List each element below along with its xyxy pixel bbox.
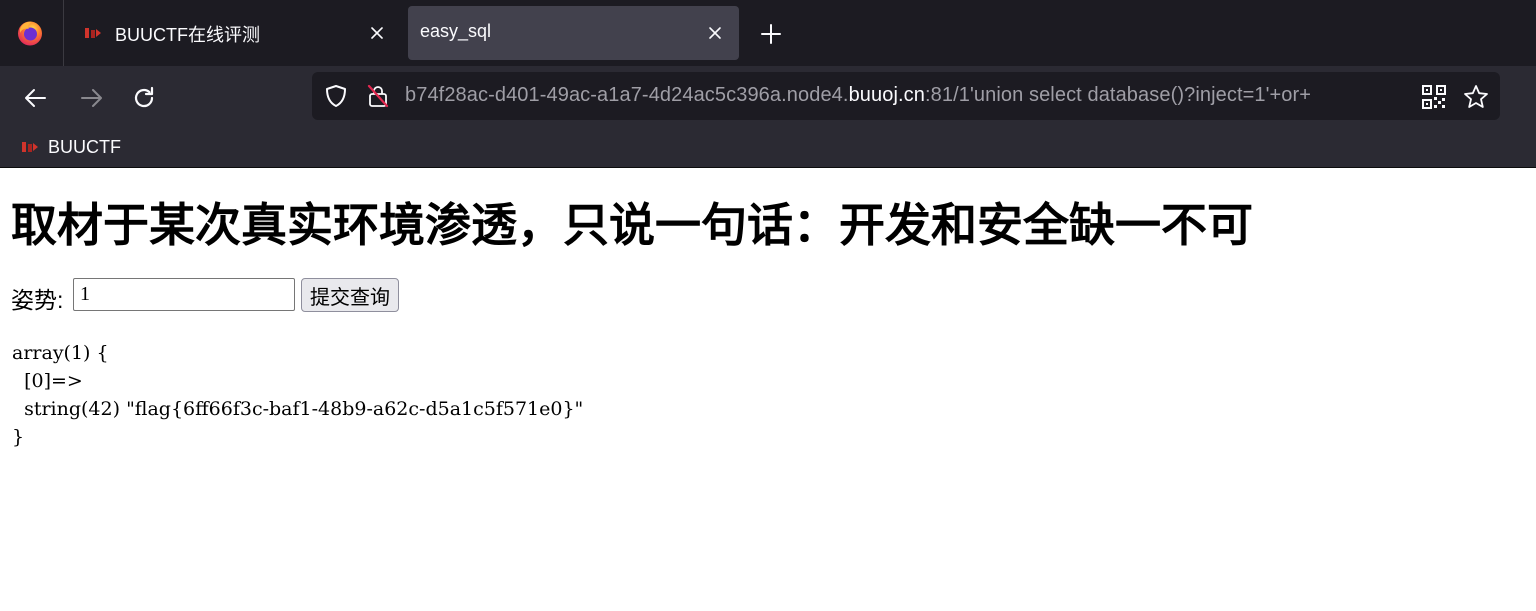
- url-host: buuoj.cn: [848, 84, 925, 106]
- tab-buuctf[interactable]: BUUCTF在线评测: [64, 6, 400, 60]
- bookmark-buuctf[interactable]: BUUCTF: [48, 137, 121, 158]
- bookmarks-toolbar: BUUCTF: [0, 128, 1536, 168]
- submit-query-button[interactable]: 提交查询: [301, 278, 399, 312]
- back-arrow-icon[interactable]: [23, 85, 49, 111]
- inject-input[interactable]: [73, 278, 295, 311]
- forward-arrow-icon[interactable]: [78, 85, 104, 111]
- new-tab-plus-icon[interactable]: [759, 22, 783, 46]
- bookmark-star-icon[interactable]: [1463, 84, 1489, 110]
- tab-title: easy_sql: [420, 21, 492, 41]
- address-bar[interactable]: b74f28ac-d401-49ac-a1a7-4d24ac5c396a.nod…: [312, 72, 1500, 120]
- close-tab-icon[interactable]: [705, 23, 725, 43]
- page-title: 取材于某次真实环境渗透，只说一句话：开发和安全缺一不可: [11, 199, 1253, 251]
- page-content: 取材于某次真实环境渗透，只说一句话：开发和安全缺一不可 姿势: 提交查询 arr…: [0, 169, 1536, 611]
- buuctf-favicon-icon: [22, 142, 38, 152]
- tracking-protection-shield-icon[interactable]: [324, 84, 348, 108]
- output-line: }: [12, 426, 25, 448]
- insecure-lock-icon[interactable]: [366, 84, 390, 108]
- close-tab-icon[interactable]: [367, 23, 387, 43]
- firefox-logo-icon[interactable]: [16, 19, 44, 47]
- tab-strip: BUUCTF在线评测 easy_sql: [0, 0, 1536, 66]
- query-result-output: array(1) { [0]=> string(42) "flag{6ff66f…: [12, 339, 583, 451]
- navigation-toolbar: b74f28ac-d401-49ac-a1a7-4d24ac5c396a.nod…: [0, 66, 1536, 128]
- output-line: [0]=>: [12, 370, 83, 392]
- qr-code-icon[interactable]: [1422, 85, 1446, 109]
- output-line: string(42) "flag{6ff66f3c-baf1-48b9-a62c…: [12, 398, 584, 420]
- url-text[interactable]: b74f28ac-d401-49ac-a1a7-4d24ac5c396a.nod…: [405, 84, 1405, 107]
- output-line: array(1) {: [12, 342, 109, 364]
- tab-easy-sql[interactable]: easy_sql: [408, 6, 739, 60]
- url-suffix: :81/1'union select database()?inject=1'+…: [924, 84, 1312, 106]
- reload-icon[interactable]: [131, 85, 157, 111]
- tab-title: BUUCTF在线评测: [115, 25, 260, 45]
- url-prefix: b74f28ac-d401-49ac-a1a7-4d24ac5c396a.nod…: [405, 84, 849, 106]
- buuctf-favicon-icon: [85, 28, 101, 38]
- inject-label: 姿势:: [11, 287, 64, 313]
